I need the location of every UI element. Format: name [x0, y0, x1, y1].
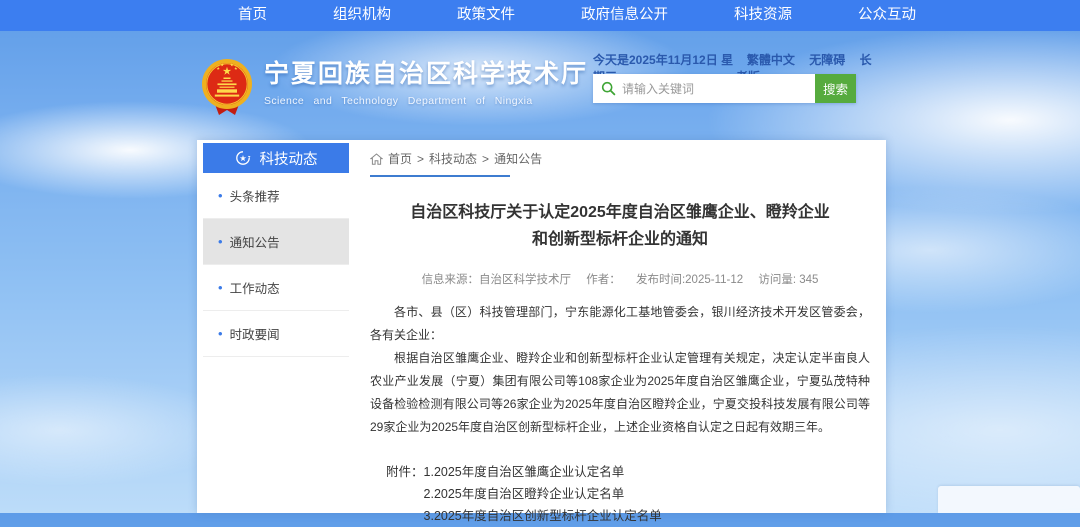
- sidebar-item-label: 时政要闻: [230, 324, 280, 343]
- circled-star-icon: [235, 150, 251, 166]
- breadcrumb-separator: >: [417, 152, 424, 166]
- meta-source: 信息来源：自治区科学技术厅: [422, 274, 572, 286]
- breadcrumb-home[interactable]: 首页: [388, 150, 412, 167]
- search-input[interactable]: [622, 82, 807, 96]
- attachments: 附件： 1.2025年度自治区雏鹰企业认定名单 2.2025年度自治区瞪羚企业认…: [386, 461, 870, 527]
- meta-author: 作者：: [586, 274, 621, 286]
- meta-publish-time: 发布时间:2025-11-12: [636, 274, 743, 286]
- link-accessibility[interactable]: 无障碍: [809, 53, 845, 67]
- breadcrumb-underline: [370, 175, 510, 177]
- article-meta: 信息来源：自治区科学技术厅 作者： 发布时间:2025-11-12 访问量: 3…: [370, 271, 870, 287]
- home-icon: [370, 153, 383, 165]
- bullet-icon: •: [218, 189, 223, 202]
- nav-item-sci-tech-resources[interactable]: 科技资源: [701, 0, 825, 31]
- main-content-panel: 科技动态 • 头条推荐 • 通知公告 • 工作动态 • 时政要闻 首页 > 科技…: [197, 140, 886, 513]
- article-title: 自治区科技厅关于认定2025年度自治区雏鹰企业、瞪羚企业 和创新型标杆企业的通知: [370, 199, 870, 253]
- attachment-link-3[interactable]: 3.2025年度自治区创新型标杆企业认定名单: [424, 505, 662, 527]
- nav-item-home[interactable]: 首页: [205, 0, 300, 31]
- article-body: 各市、县（区）科技管理部门，宁东能源化工基地管委会，银川经济技术开发区管委会，各…: [370, 301, 870, 439]
- attachment-link-2[interactable]: 2.2025年度自治区瞪羚企业认定名单: [424, 483, 662, 505]
- top-navigation: 首页 组织机构 政策文件 政府信息公开 科技资源 公众互动: [0, 0, 1080, 31]
- paragraph: 根据自治区雏鹰企业、瞪羚企业和创新型标杆企业认定管理有关规定，决定认定半亩良人农…: [370, 347, 870, 439]
- bottom-right-panel: [938, 486, 1080, 513]
- sidebar-header: 科技动态: [203, 143, 349, 173]
- sidebar-item-headline[interactable]: • 头条推荐: [203, 173, 349, 219]
- meta-views: 访问量: 345: [758, 274, 818, 286]
- link-traditional-chinese[interactable]: 繁體中文: [747, 53, 795, 67]
- sidebar-item-label: 工作动态: [230, 278, 280, 297]
- article-title-line2: 和创新型标杆企业的通知: [370, 226, 870, 253]
- bullet-icon: •: [218, 327, 223, 340]
- nav-item-gov-info-disclosure[interactable]: 政府信息公开: [548, 0, 701, 31]
- search-icon: [601, 81, 616, 96]
- article-title-line1: 自治区科技厅关于认定2025年度自治区雏鹰企业、瞪羚企业: [370, 199, 870, 226]
- article-column: 首页 > 科技动态 > 通知公告 自治区科技厅关于认定2025年度自治区雏鹰企业…: [370, 150, 870, 527]
- site-title[interactable]: 宁夏回族自治区科学技术厅: [264, 57, 588, 91]
- sidebar-title: 科技动态: [260, 148, 318, 169]
- nav-item-public-interaction[interactable]: 公众互动: [825, 0, 949, 31]
- sidebar-item-current-politics[interactable]: • 时政要闻: [203, 311, 349, 357]
- attachments-label: 附件：: [386, 461, 424, 527]
- sidebar-item-notices[interactable]: • 通知公告: [203, 219, 349, 265]
- sidebar-item-label: 通知公告: [230, 232, 280, 251]
- search-input-wrap: [593, 74, 815, 103]
- national-emblem-icon: [199, 57, 255, 124]
- bullet-icon: •: [218, 235, 223, 248]
- paragraph: 各市、县（区）科技管理部门，宁东能源化工基地管委会，银川经济技术开发区管委会，各…: [370, 301, 870, 347]
- nav-item-organization[interactable]: 组织机构: [300, 0, 424, 31]
- attachment-link-1[interactable]: 1.2025年度自治区雏鹰企业认定名单: [424, 461, 662, 483]
- breadcrumb-sci-tech-news[interactable]: 科技动态: [429, 150, 477, 167]
- breadcrumb: 首页 > 科技动态 > 通知公告: [370, 150, 870, 167]
- sidebar-item-work-trends[interactable]: • 工作动态: [203, 265, 349, 311]
- breadcrumb-separator: >: [482, 152, 489, 166]
- search-bar: 搜索: [593, 74, 856, 103]
- sidebar: 科技动态 • 头条推荐 • 通知公告 • 工作动态 • 时政要闻: [203, 143, 349, 357]
- breadcrumb-notices[interactable]: 通知公告: [494, 150, 542, 167]
- site-subtitle: Science and Technology Department of Nin…: [264, 95, 588, 107]
- sidebar-item-label: 头条推荐: [230, 186, 280, 205]
- masthead: 宁夏回族自治区科学技术厅 Science and Technology Depa…: [199, 57, 588, 124]
- search-button[interactable]: 搜索: [815, 74, 856, 103]
- bullet-icon: •: [218, 281, 223, 294]
- nav-item-policy-documents[interactable]: 政策文件: [424, 0, 548, 31]
